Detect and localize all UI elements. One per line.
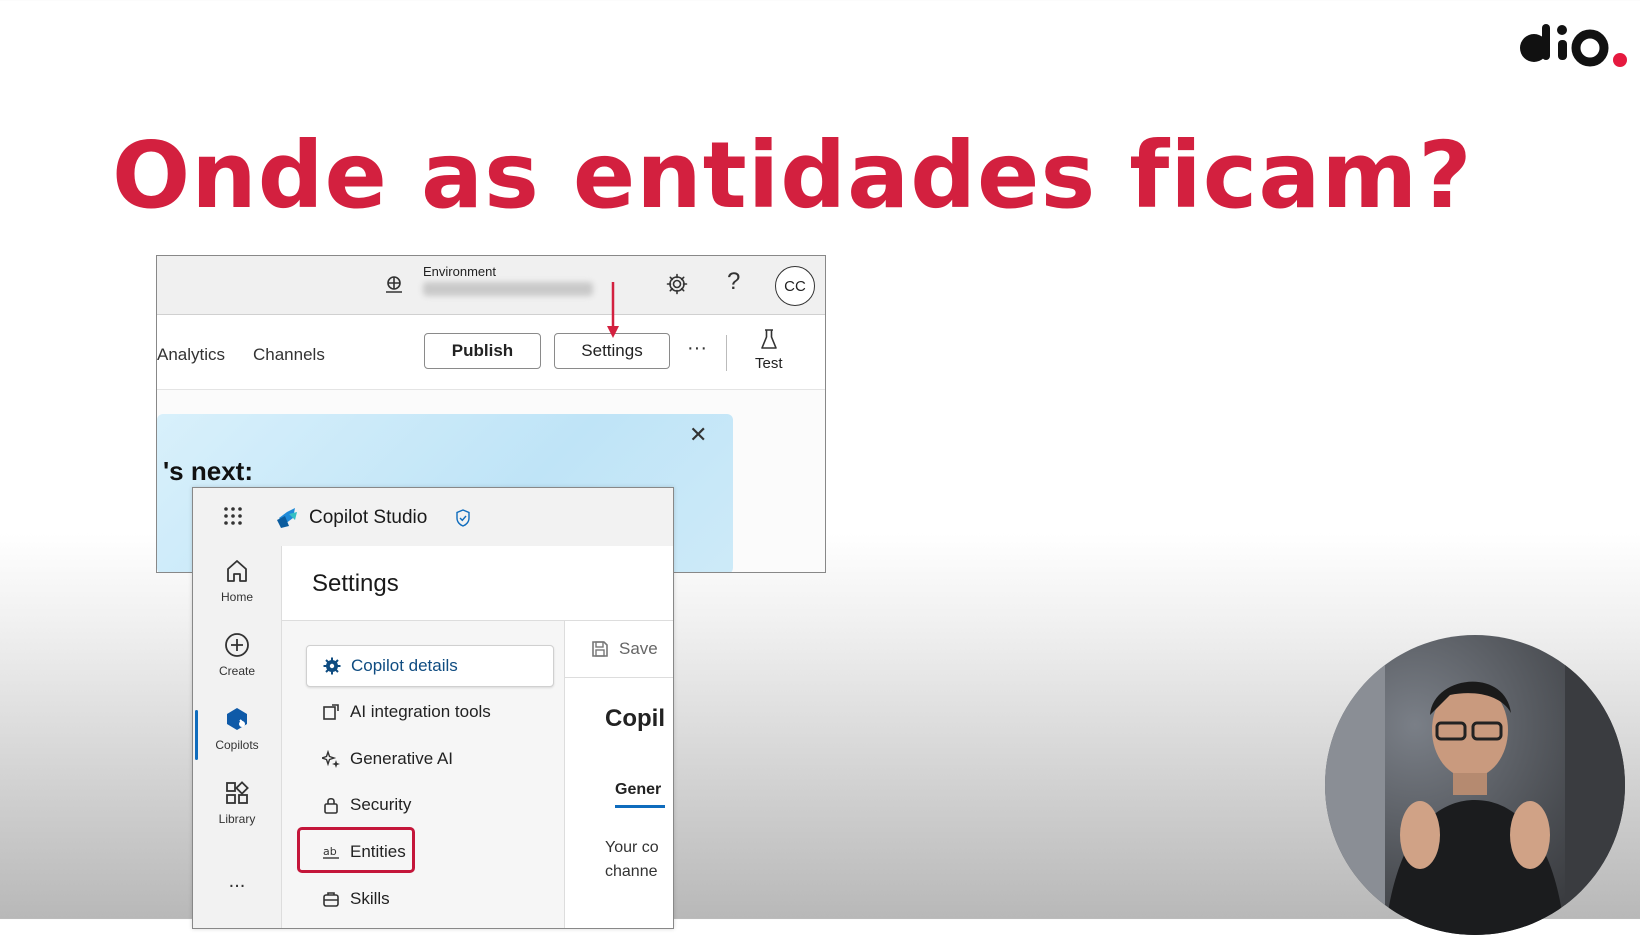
details-pane: Save Copil Gener Your co channe	[565, 621, 673, 928]
plus-circle-icon	[225, 633, 249, 657]
slide-title: Onde as entidades ficam?	[112, 122, 1473, 229]
command-bar: Analytics Channels Publish Settings ··· …	[157, 315, 825, 390]
rail-more[interactable]: ...	[193, 870, 281, 893]
environment-value[interactable]	[423, 282, 593, 296]
red-arrow-annotation	[607, 282, 619, 338]
copilot-studio-screenshot: Copilot Studio Home Create Copilots Libr…	[192, 487, 674, 929]
page-title: Settings	[312, 570, 399, 597]
avatar[interactable]: CC	[775, 266, 815, 306]
description-line-2: channe	[605, 863, 658, 880]
environment-icon[interactable]	[383, 274, 405, 296]
menu-security-label: Security	[350, 795, 412, 814]
rail-home-label: Home	[220, 590, 253, 604]
integration-icon	[323, 704, 339, 720]
app-title[interactable]: Copilot Studio	[309, 507, 427, 529]
test-button-label[interactable]: Test	[755, 355, 783, 372]
menu-generative-ai[interactable]: Generative AI	[306, 739, 552, 779]
nav-analytics[interactable]: Analytics	[157, 345, 225, 365]
save-button[interactable]: Save	[591, 639, 658, 659]
more-icon: ...	[228, 870, 246, 892]
tab-underline	[615, 805, 665, 808]
rail-home[interactable]: Home	[193, 558, 281, 604]
entities-highlight-box	[297, 827, 415, 873]
rail-library[interactable]: Library	[193, 780, 281, 826]
menu-skills-label: Skills	[350, 889, 390, 908]
home-icon	[227, 560, 247, 582]
tab-general[interactable]: Gener	[615, 781, 661, 799]
app-header: Copilot Studio	[193, 488, 673, 547]
settings-gear-icon[interactable]	[665, 272, 689, 296]
rail-copilots[interactable]: Copilots	[193, 706, 281, 752]
presenter-webcam	[1325, 635, 1625, 935]
rail-library-label: Library	[218, 812, 256, 826]
menu-ai-integration-label: AI integration tools	[350, 702, 491, 721]
save-label: Save	[619, 639, 658, 658]
menu-skills[interactable]: Skills	[306, 879, 552, 919]
rail-copilots-label: Copilots	[215, 738, 259, 752]
gear-icon	[323, 657, 341, 675]
menu-copilot-details-label: Copilot details	[351, 656, 458, 675]
left-rail: Home Create Copilots Library ...	[193, 546, 282, 928]
help-icon[interactable]: ?	[727, 268, 740, 296]
settings-menu: Copilot details AI integration tools Gen…	[282, 621, 565, 928]
menu-copilot-details[interactable]: Copilot details	[306, 645, 554, 687]
shield-check-icon	[456, 509, 470, 527]
menu-security[interactable]: Security	[306, 785, 552, 825]
environment-label: Environment	[423, 264, 496, 279]
menu-generative-ai-label: Generative AI	[350, 749, 454, 768]
sparkle-icon	[322, 750, 340, 768]
app-launcher-icon[interactable]	[223, 506, 243, 526]
lock-icon	[324, 797, 338, 814]
divider	[726, 335, 727, 371]
nav-channels[interactable]: Channels	[253, 345, 325, 365]
menu-ai-integration[interactable]: AI integration tools	[306, 692, 552, 732]
skills-icon	[323, 892, 339, 907]
copilot-icon	[227, 708, 247, 730]
close-icon[interactable]: ✕	[689, 422, 707, 448]
library-icon	[226, 781, 249, 804]
save-icon	[592, 641, 608, 657]
rail-create[interactable]: Create	[193, 632, 281, 678]
divider	[565, 677, 673, 678]
top-bar: Environment ? CC	[157, 256, 825, 315]
banner-title: 's next:	[163, 456, 253, 486]
dio-logo	[1520, 24, 1627, 67]
publish-button[interactable]: Publish	[424, 333, 541, 369]
more-options-icon[interactable]: ···	[687, 337, 707, 360]
flask-icon[interactable]	[760, 329, 778, 351]
rail-create-label: Create	[218, 664, 256, 678]
settings-header: Settings	[282, 546, 673, 621]
copilot-studio-logo-icon	[277, 508, 297, 528]
content-title: Copil	[605, 705, 665, 732]
description-line-1: Your co	[605, 839, 659, 856]
presenter-video	[1325, 635, 1625, 935]
